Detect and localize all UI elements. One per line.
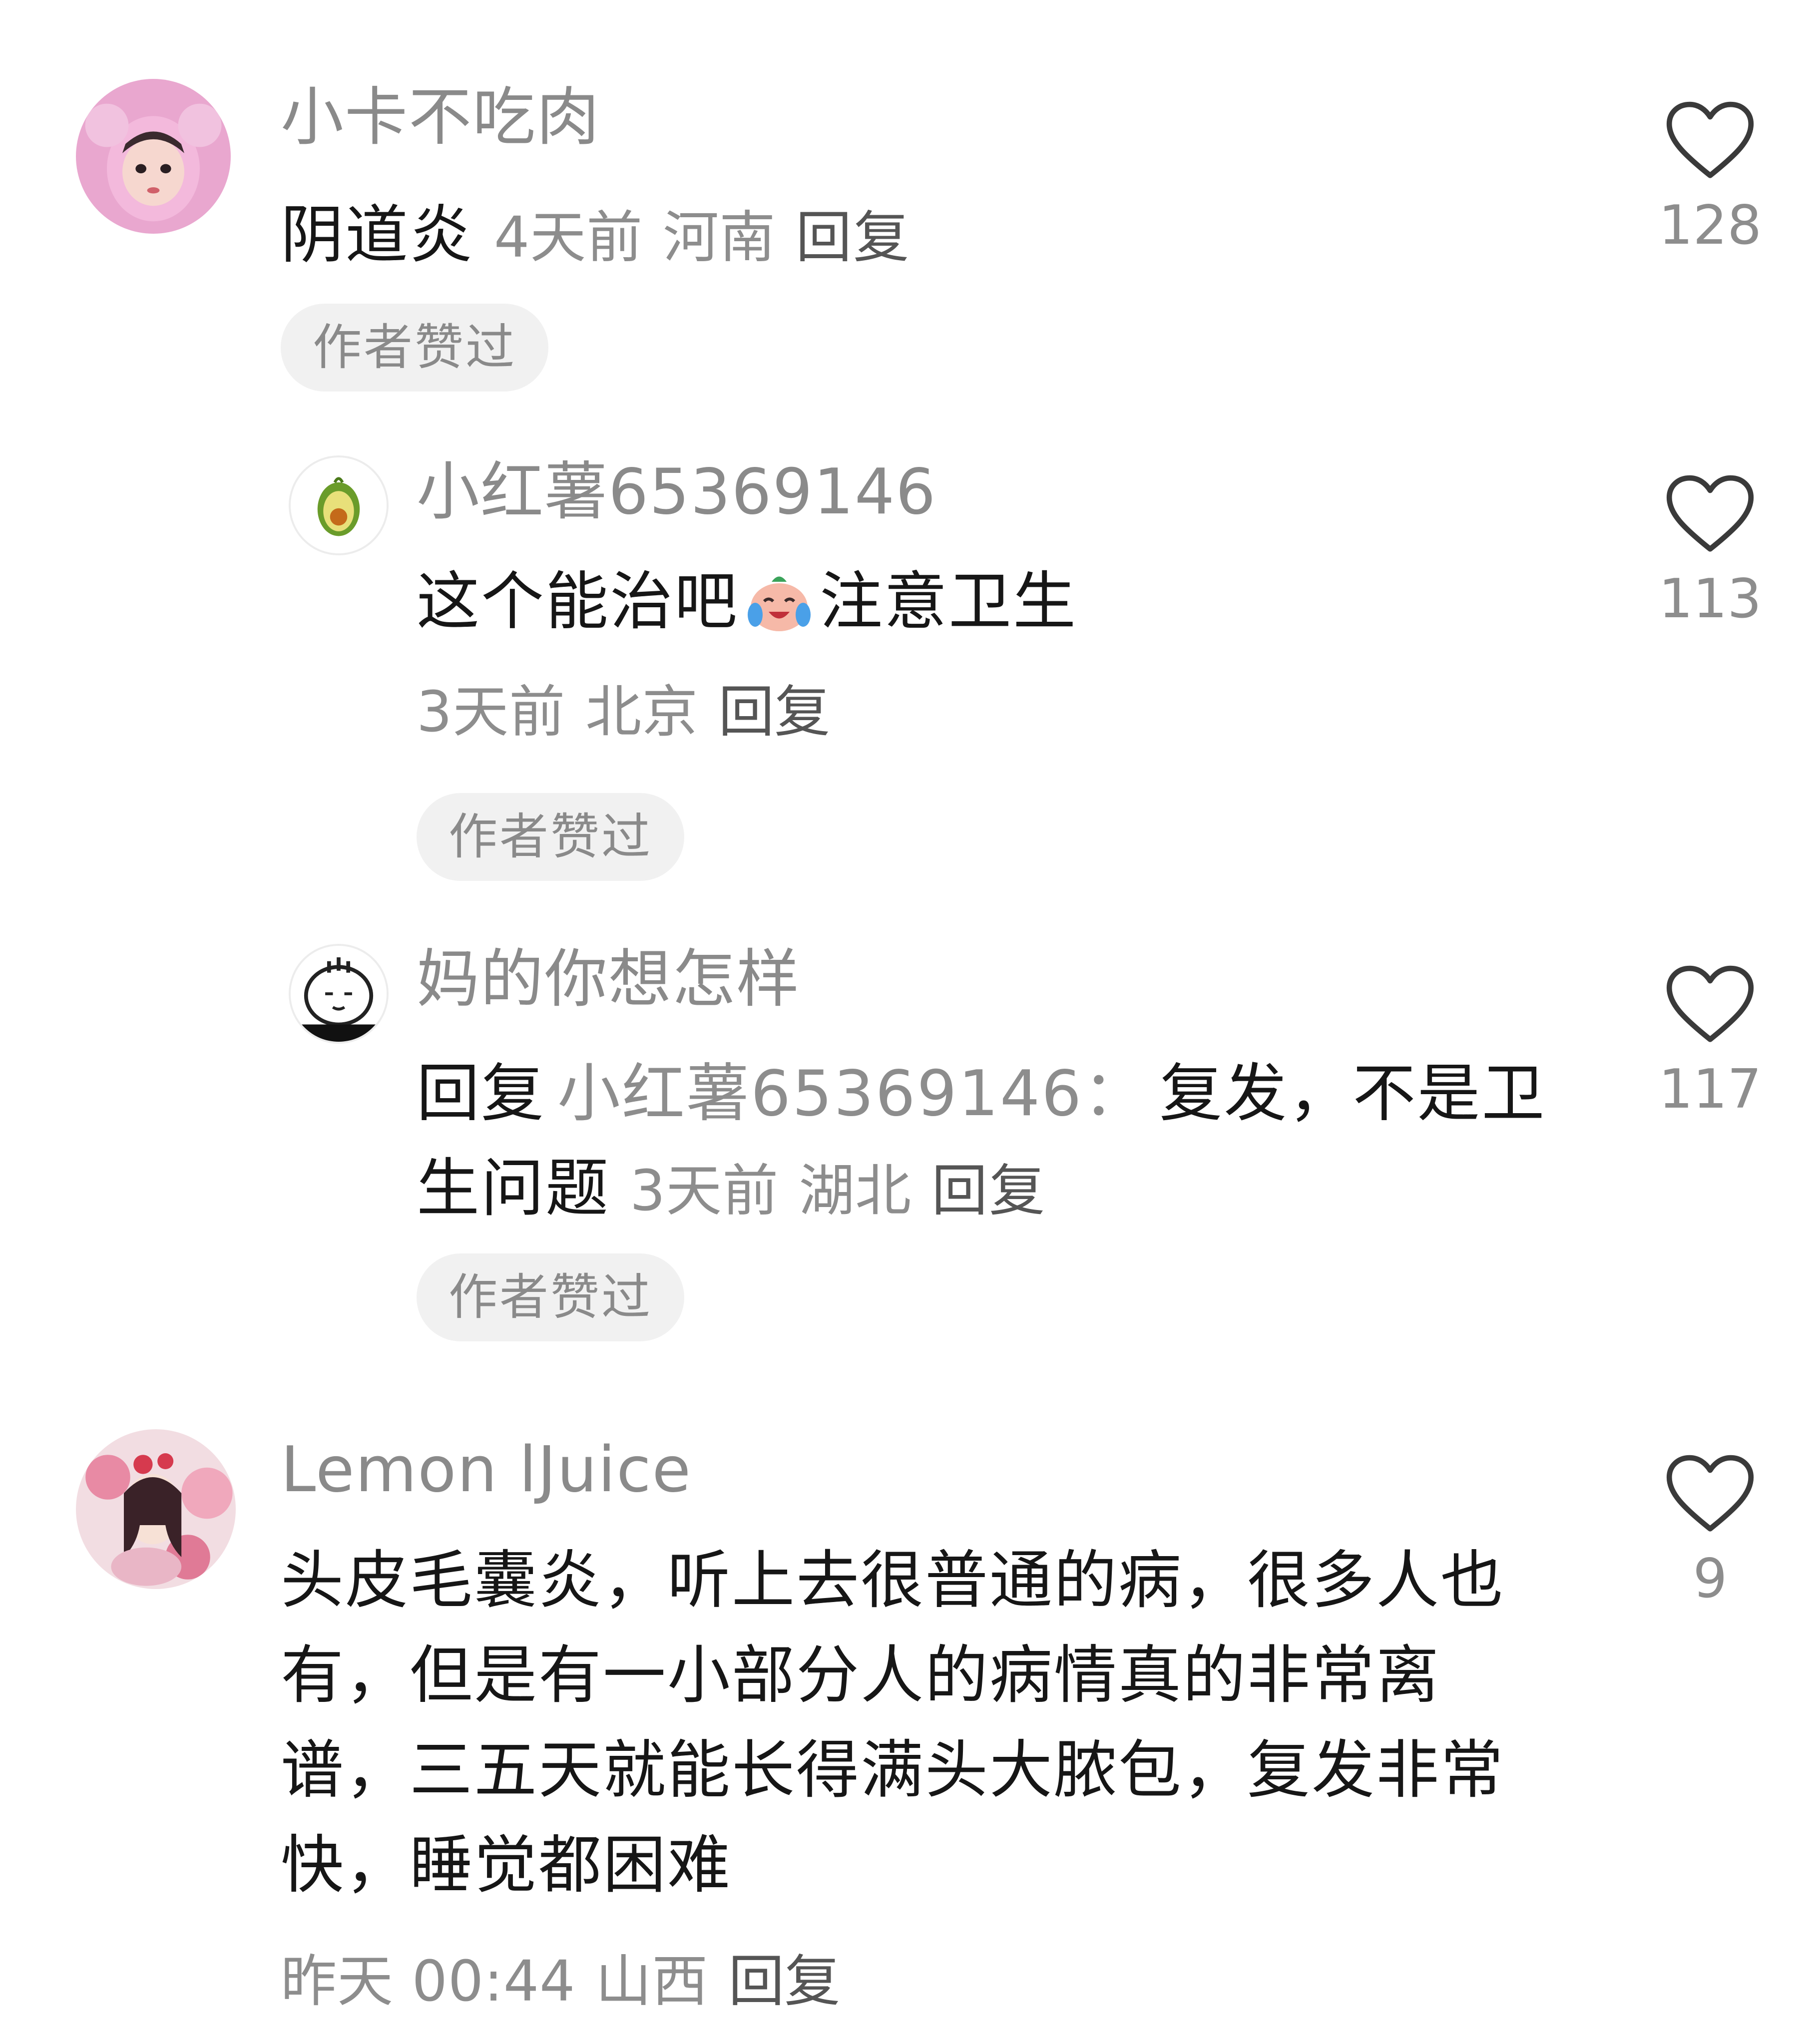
reply-target-username[interactable]: 小红薯65369146： [557, 1057, 1147, 1130]
comment-location: 山西 [595, 1949, 709, 2014]
comment-content: 这个能治吧 [417, 565, 739, 638]
anime-girl-flowers-avatar-icon [76, 1429, 236, 1589]
comment-meta: 昨天 00:44 山西 回复 [281, 1954, 840, 2010]
comment-location: 河南 [663, 205, 776, 270]
heart-icon [1666, 1455, 1754, 1532]
like-button[interactable]: 128 [1650, 101, 1770, 253]
heart-icon [1666, 475, 1754, 552]
author-liked-badge: 作者赞过 [417, 793, 685, 881]
comment-location: 湖北 [799, 1159, 912, 1224]
like-count: 128 [1658, 194, 1762, 257]
reply-button[interactable]: 回复 [931, 1159, 1046, 1224]
avatar[interactable] [289, 455, 389, 555]
comment-time: 4天前 [494, 205, 643, 270]
heart-icon [1666, 965, 1754, 1042]
comment-time: 3天前 [630, 1159, 779, 1224]
comment-content: 头皮毛囊炎，听上去很普通的病，很多人也有，但是有一小部分人的病情真的非常离谱，三… [281, 1544, 1505, 1902]
username[interactable]: 妈的你想怎样 [417, 948, 800, 1011]
comment-content: 阴道炎 [281, 198, 474, 272]
avocado-avatar-icon [291, 457, 387, 553]
crying-laughing-emoji-icon [742, 562, 817, 637]
avatar[interactable] [76, 79, 231, 234]
username[interactable]: Lemon lJuice [281, 1438, 692, 1501]
like-button[interactable]: 9 [1650, 1454, 1770, 1606]
username[interactable]: 小红薯65369146 [417, 460, 936, 523]
reply-prefix: 回复 [417, 1057, 545, 1130]
girl-pink-hood-avatar-icon [76, 79, 231, 234]
reply-button[interactable]: 回复 [728, 1949, 840, 2014]
cartoon-face-avatar-icon [291, 946, 387, 1042]
comment-content-suffix: 注意卫生 [820, 565, 1077, 638]
heart-icon [1666, 101, 1754, 178]
comment-time: 昨天 00:44 [281, 1949, 576, 2014]
avatar[interactable] [289, 944, 389, 1044]
author-liked-badge: 作者赞过 [417, 1253, 685, 1341]
reply-button[interactable]: 回复 [718, 680, 830, 745]
username[interactable]: 小卡不吃肉 [281, 86, 600, 149]
avatar[interactable] [76, 1429, 236, 1589]
comment-location: 北京 [585, 680, 699, 745]
reply-button[interactable]: 回复 [796, 205, 910, 270]
like-button[interactable]: 113 [1650, 474, 1770, 626]
comment-time: 3天前 [417, 680, 566, 745]
comment-meta: 3天前 北京 回复 [417, 684, 830, 740]
comment-text: 阴道炎 4天前 河南 回复 [281, 188, 1499, 285]
comment-text: 头皮毛囊炎，听上去很普通的病，很多人也有，但是有一小部分人的病情真的非常离谱，三… [281, 1533, 1519, 1913]
like-count: 113 [1658, 568, 1762, 630]
like-count: 117 [1658, 1058, 1762, 1121]
like-count: 9 [1693, 1548, 1728, 1610]
author-liked-badge: 作者赞过 [281, 304, 549, 392]
comment-text: 回复 小红薯65369146： 复发，不是卫生问题 3天前 湖北 回复 [417, 1046, 1565, 1238]
comment-text: 这个能治吧 注意卫生 [417, 554, 1565, 649]
like-button[interactable]: 117 [1650, 965, 1770, 1117]
